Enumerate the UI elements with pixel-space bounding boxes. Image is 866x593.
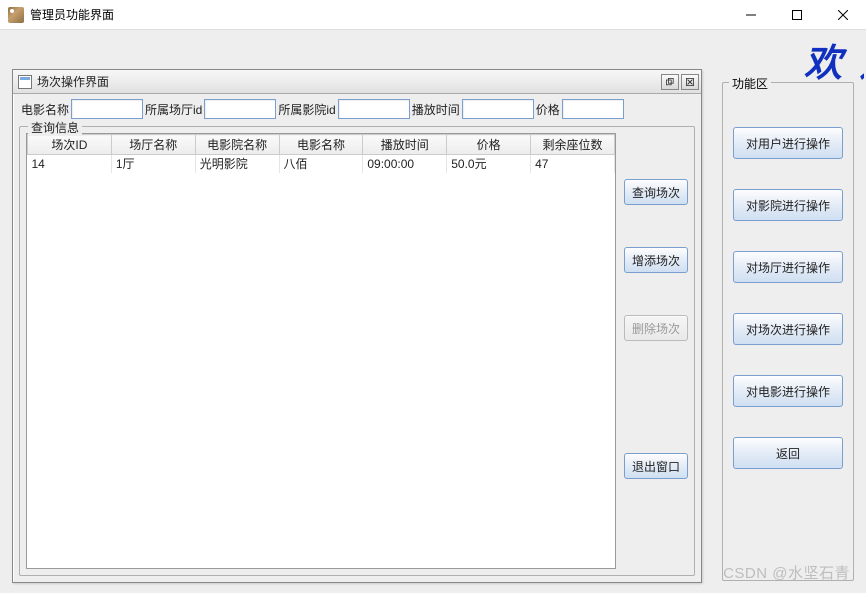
add-session-button[interactable]: 增添场次 bbox=[624, 247, 688, 273]
price-input[interactable] bbox=[562, 99, 624, 119]
play-time-label: 播放时间 bbox=[410, 101, 462, 118]
cell-session-id[interactable]: 14 bbox=[28, 155, 112, 173]
watermark: CSDN @水坚石青 bbox=[723, 562, 850, 583]
cell-hall-name[interactable]: 1厅 bbox=[111, 155, 195, 173]
price-label: 价格 bbox=[534, 101, 562, 118]
function-fieldset: 功能区 对用户进行操作 对影院进行操作 对场厅进行操作 对场次进行操作 对电影进… bbox=[722, 82, 854, 581]
internal-frame-title: 场次操作界面 bbox=[37, 73, 659, 90]
internal-maximize-button[interactable] bbox=[661, 74, 679, 90]
play-time-input[interactable] bbox=[462, 99, 534, 119]
hall-operation-button[interactable]: 对场厅进行操作 bbox=[733, 251, 843, 283]
internal-frame-titlebar[interactable]: 场次操作界面 bbox=[13, 70, 701, 94]
movie-name-input[interactable] bbox=[71, 99, 143, 119]
session-internal-frame: 场次操作界面 电影名称 所属场厅id 所属影院id 播放时间 价格 bbox=[12, 69, 702, 583]
function-legend: 功能区 bbox=[729, 75, 771, 92]
cinema-id-input[interactable] bbox=[338, 99, 410, 119]
table-row[interactable]: 14 1厅 光明影院 八佰 09:00:00 50.0元 47 bbox=[28, 155, 615, 173]
cinema-operation-button[interactable]: 对影院进行操作 bbox=[733, 189, 843, 221]
maximize-button[interactable] bbox=[774, 0, 820, 30]
app-icon bbox=[8, 7, 24, 23]
col-seats-left[interactable]: 剩余座位数 bbox=[531, 135, 615, 155]
internal-close-button[interactable] bbox=[681, 74, 699, 90]
cell-cinema-name[interactable]: 光明影院 bbox=[195, 155, 279, 173]
hall-id-label: 所属场厅id bbox=[143, 101, 204, 118]
results-table[interactable]: 场次ID 场厅名称 电影院名称 电影名称 播放时间 价格 剩余座位数 bbox=[27, 134, 615, 173]
back-button[interactable]: 返回 bbox=[733, 437, 843, 469]
user-operation-button[interactable]: 对用户进行操作 bbox=[733, 127, 843, 159]
hall-id-input[interactable] bbox=[204, 99, 276, 119]
cinema-id-label: 所属影院id bbox=[276, 101, 337, 118]
left-region: 场次操作界面 电影名称 所属场厅id 所属影院id 播放时间 价格 bbox=[4, 34, 716, 589]
delete-session-button: 删除场次 bbox=[624, 315, 688, 341]
frame-icon bbox=[18, 75, 32, 89]
movie-name-label: 电影名称 bbox=[19, 101, 71, 118]
query-session-button[interactable]: 查询场次 bbox=[624, 179, 688, 205]
cell-price[interactable]: 50.0元 bbox=[447, 155, 531, 173]
movie-operation-button[interactable]: 对电影进行操作 bbox=[733, 375, 843, 407]
window-controls bbox=[728, 0, 866, 30]
cell-play-time[interactable]: 09:00:00 bbox=[363, 155, 447, 173]
function-region: 功能区 对用户进行操作 对影院进行操作 对场厅进行操作 对场次进行操作 对电影进… bbox=[716, 34, 862, 589]
internal-frame-body: 电影名称 所属场厅id 所属影院id 播放时间 价格 查询信息 bbox=[13, 94, 701, 582]
query-legend: 查询信息 bbox=[28, 119, 82, 136]
col-play-time[interactable]: 播放时间 bbox=[363, 135, 447, 155]
cell-movie-name[interactable]: 八佰 bbox=[279, 155, 363, 173]
session-operation-button[interactable]: 对场次进行操作 bbox=[733, 313, 843, 345]
exit-window-button[interactable]: 退出窗口 bbox=[624, 453, 688, 479]
window-title: 管理员功能界面 bbox=[30, 6, 728, 23]
col-movie-name[interactable]: 电影名称 bbox=[279, 135, 363, 155]
main-area: 欢 迎 场次操作界面 电影名称 所属场厅id 所属影院id 播放时间 bbox=[0, 30, 866, 593]
minimize-button[interactable] bbox=[728, 0, 774, 30]
filter-row: 电影名称 所属场厅id 所属影院id 播放时间 价格 bbox=[19, 98, 695, 120]
close-button[interactable] bbox=[820, 0, 866, 30]
cell-seats-left[interactable]: 47 bbox=[531, 155, 615, 173]
col-cinema-name[interactable]: 电影院名称 bbox=[195, 135, 279, 155]
col-session-id[interactable]: 场次ID bbox=[28, 135, 112, 155]
results-table-wrap: 场次ID 场厅名称 电影院名称 电影名称 播放时间 价格 剩余座位数 bbox=[26, 133, 616, 569]
query-fieldset: 查询信息 场次ID 场厅名称 电影院名称 电影名称 播放时间 价格 bbox=[19, 126, 695, 576]
operations-column: 查询场次 增添场次 删除场次 退出窗口 bbox=[616, 133, 688, 569]
col-price[interactable]: 价格 bbox=[447, 135, 531, 155]
window-titlebar: 管理员功能界面 bbox=[0, 0, 866, 30]
col-hall-name[interactable]: 场厅名称 bbox=[111, 135, 195, 155]
